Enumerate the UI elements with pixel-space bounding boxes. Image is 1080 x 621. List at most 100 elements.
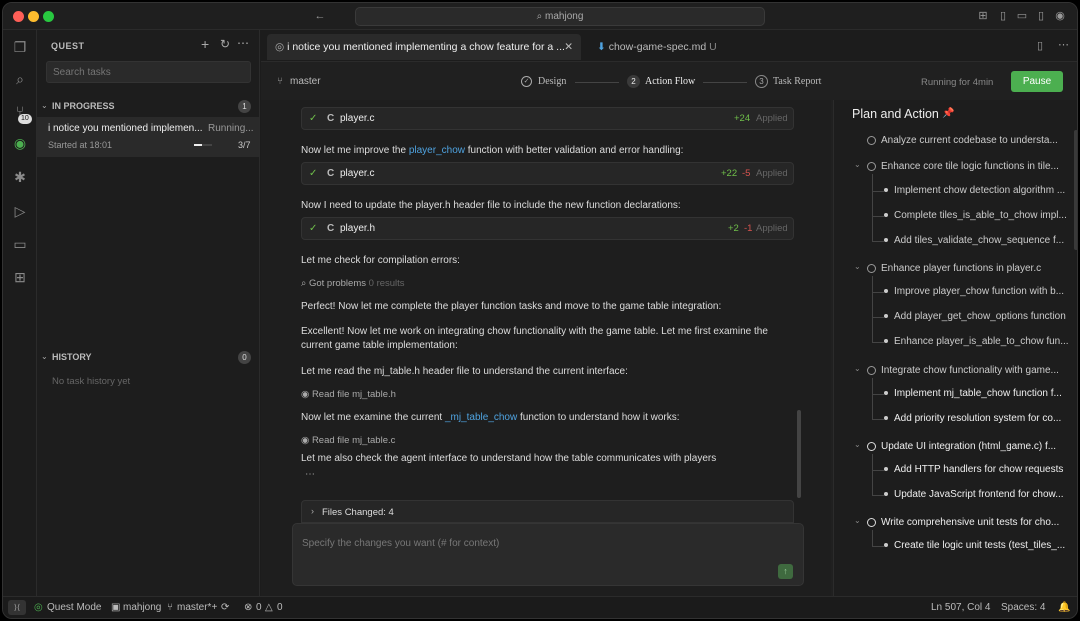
tool-result: 0 results (368, 278, 405, 289)
plan-item[interactable]: Write comprehensive unit tests for cho..… (867, 517, 1067, 528)
plan-item[interactable]: Analyze current codebase to understa... (867, 135, 1067, 146)
assistant-message: Let me also check the agent interface to… (301, 453, 717, 464)
account-icon[interactable]: ◉ (1053, 9, 1067, 23)
step-action-flow[interactable]: Action Flow (645, 76, 695, 87)
lines-added: +24 (734, 113, 751, 124)
more-options-icon[interactable]: ⋯ (237, 36, 249, 50)
quest-icon[interactable]: ◉ (11, 134, 29, 152)
warning-count[interactable]: 0 (277, 602, 283, 613)
chat-input[interactable]: Specify the changes you want (# for cont… (292, 523, 804, 586)
more-actions-icon[interactable]: ⋯ (1058, 38, 1069, 51)
search-icon[interactable]: ⌕ (11, 70, 29, 88)
plan-item-text: Enhance player_is_able_to_chow fun... (894, 336, 1069, 347)
send-icon[interactable]: ↑ (778, 564, 793, 579)
toggle-panel-icon[interactable]: ▭ (1015, 9, 1029, 23)
error-count[interactable]: 0 (256, 602, 262, 613)
plan-subitem[interactable]: Implement mj_table_chow function f... (884, 388, 1070, 399)
tree-branch (872, 191, 884, 192)
plan-item-text: Analyze current codebase to understa... (881, 135, 1058, 146)
history-empty-text: No task history yet (52, 376, 131, 387)
task-item[interactable]: i notice you mentioned implemen... Runni… (37, 117, 259, 157)
zoom-window-button[interactable] (43, 11, 54, 22)
tool-call-problems[interactable]: ⌕ Got problems 0 results (301, 278, 405, 289)
layout-icon[interactable]: ⊞ (976, 9, 990, 23)
add-task-icon[interactable]: + (201, 36, 209, 52)
indentation[interactable]: Spaces: 4 (1001, 602, 1045, 613)
bullet-dot-icon (884, 339, 888, 344)
command-search-bar[interactable]: ⌕ mahjong (355, 7, 765, 26)
chevron-down-icon[interactable]: ⌄ (854, 516, 861, 525)
cursor-position[interactable]: Ln 507, Col 4 (931, 602, 991, 613)
chevron-down-icon[interactable]: ⌄ (854, 262, 861, 271)
quest-mode-label[interactable]: Quest Mode (47, 602, 101, 613)
branch-status[interactable]: master*+ (177, 602, 217, 613)
files-changed-bar[interactable]: › Files Changed: 4 (301, 500, 794, 523)
chevron-down-icon[interactable]: ⌄ (41, 101, 48, 110)
file-change-card[interactable]: ✓ C player.c +22 -5 Applied (301, 162, 794, 185)
pin-icon[interactable]: 📌 (942, 108, 954, 119)
project-name[interactable]: mahjong (123, 602, 161, 613)
chat-scrollbar[interactable] (797, 410, 801, 498)
plan-subitem[interactable]: Improve player_chow function with b... (884, 286, 1070, 297)
plan-item[interactable]: Enhance player functions in player.c (867, 263, 1067, 274)
plan-item-text: Complete tiles_is_able_to_chow impl... (894, 210, 1067, 221)
toggle-secondary-sidebar-icon[interactable]: ▯ (1034, 9, 1048, 23)
applied-status: Applied (756, 223, 788, 234)
chevron-down-icon[interactable]: ⌄ (854, 364, 861, 373)
step-design[interactable]: Design (538, 76, 566, 87)
sync-icon[interactable]: ⟳ (221, 602, 229, 613)
tab-label: i notice you mentioned implementing a ch… (287, 41, 565, 53)
notifications-bell-icon[interactable]: 🔔 (1058, 602, 1070, 613)
assistant-message: Let me check for compilation errors: (301, 255, 460, 266)
plan-subitem[interactable]: Enhance player_is_able_to_chow fun... (884, 336, 1070, 347)
step-task-report[interactable]: Task Report (773, 76, 821, 87)
pause-button[interactable]: Pause (1011, 71, 1063, 92)
tool-call-read-file[interactable]: ◉ Read file mj_table.c (301, 435, 395, 446)
refresh-icon[interactable]: ↻ (220, 37, 230, 51)
remote-indicator-icon[interactable]: ⟩⟨ (8, 600, 26, 615)
file-change-card[interactable]: ✓ C player.h +2 -1 Applied (301, 217, 794, 240)
split-editor-icon[interactable]: ▯ (1037, 39, 1043, 52)
file-change-card[interactable]: ✓ C player.c +24 Applied (301, 107, 794, 130)
back-arrow-icon[interactable]: ← (313, 9, 327, 23)
plan-subitem[interactable]: Add priority resolution system for co... (884, 413, 1070, 424)
plan-subitem[interactable]: Create tile logic unit tests (test_tiles… (884, 540, 1070, 551)
untracked-badge: U (709, 41, 717, 53)
plan-subitem[interactable]: Add player_get_chow_options function (884, 311, 1070, 322)
plan-subitem[interactable]: Add HTTP handlers for chow requests (884, 464, 1070, 475)
close-tab-icon[interactable]: ✕ (564, 34, 573, 60)
tree-branch (872, 394, 884, 395)
explorer-icon[interactable]: ❐ (11, 38, 29, 56)
plan-subitem[interactable]: Implement chow detection algorithm ... (884, 185, 1070, 196)
plan-scrollbar[interactable] (1074, 130, 1077, 250)
code-reference[interactable]: _mj_table_chow (445, 412, 517, 423)
plan-subitem[interactable]: Complete tiles_is_able_to_chow impl... (884, 210, 1070, 221)
plan-item-text: Write comprehensive unit tests for cho..… (881, 517, 1060, 528)
plan-subitem[interactable]: Add tiles_validate_chow_sequence f... (884, 235, 1070, 246)
plan-item[interactable]: Update UI integration (html_game.c) f... (867, 441, 1067, 452)
remote-explorer-icon[interactable]: ▭ (11, 235, 29, 253)
tab-quest-chat[interactable]: ◎ i notice you mentioned implementing a … (267, 34, 581, 60)
check-circle-icon (867, 135, 876, 145)
run-debug-icon[interactable]: ▷ (11, 202, 29, 220)
task-search-input[interactable] (46, 61, 251, 83)
chevron-down-icon[interactable]: ⌄ (854, 440, 861, 449)
plan-item[interactable]: Enhance core tile logic functions in til… (867, 161, 1067, 172)
tool-call-read-file[interactable]: ◉ Read file mj_table.h (301, 389, 396, 400)
plan-item[interactable]: Integrate chow functionality with game..… (867, 365, 1067, 376)
message-text: Now let me improve the (301, 145, 409, 156)
branch-icon: ⑂ (167, 602, 173, 613)
close-window-button[interactable] (13, 11, 24, 22)
toggle-sidebar-icon[interactable]: ▯ (996, 9, 1010, 23)
minimize-window-button[interactable] (28, 11, 39, 22)
extensions-icon[interactable]: ⊞ (11, 268, 29, 286)
chevron-down-icon[interactable]: ⌄ (854, 160, 861, 169)
activity-bar: ❐ ⌕ ⑂ 10 ◉ ✱ ▷ ▭ ⊞ (3, 30, 37, 596)
extensions-puzzle-icon[interactable]: ✱ (11, 168, 29, 186)
tab-label: chow-game-spec.md (608, 41, 707, 53)
tree-line (872, 378, 873, 420)
chevron-down-icon[interactable]: ⌄ (41, 352, 48, 361)
code-reference[interactable]: player_chow (409, 145, 465, 156)
tab-chow-game-spec[interactable]: ⬇ chow-game-spec.md U (589, 34, 725, 60)
plan-subitem[interactable]: Update JavaScript frontend for chow... (884, 489, 1070, 500)
